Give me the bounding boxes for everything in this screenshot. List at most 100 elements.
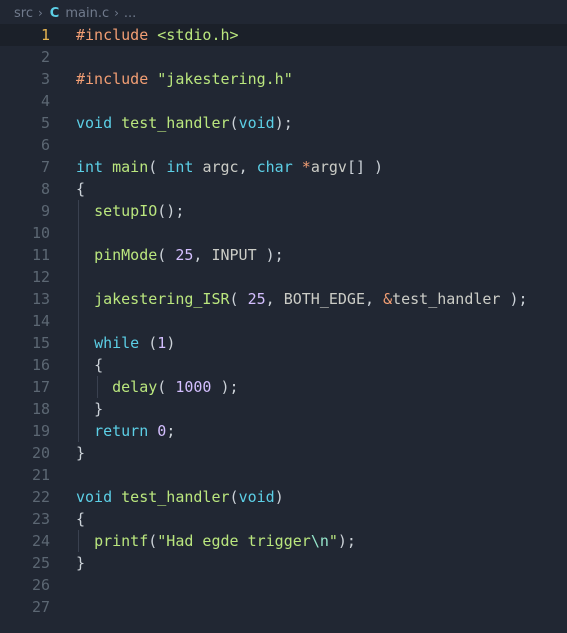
code-line[interactable]: 8{ <box>0 178 567 200</box>
code-line[interactable]: 10 <box>0 222 567 244</box>
code-token: ; <box>166 422 176 440</box>
code-line[interactable]: 13 jakestering_ISR( 25, BOTH_EDGE, &test… <box>0 288 567 310</box>
code-line[interactable]: 16 { <box>0 354 567 376</box>
code-text: void test_handler(void) <box>76 486 284 508</box>
code-token: ( <box>148 532 158 550</box>
code-token: , <box>238 158 257 176</box>
code-text: while (1) <box>76 332 175 354</box>
line-number: 5 <box>40 114 50 132</box>
code-line[interactable]: 18 } <box>0 398 567 420</box>
code-token: } <box>76 554 86 572</box>
code-line[interactable]: 22 void test_handler(void) <box>0 486 567 508</box>
code-token: { <box>76 180 86 198</box>
code-editor[interactable]: src › C main.c › ... 1 #include <stdio.h>… <box>0 0 567 633</box>
code-text: delay( 1000 ); <box>76 376 239 398</box>
code-token: ( <box>229 488 239 506</box>
breadcrumb-symbol[interactable]: ... <box>124 6 136 21</box>
code-token: ); <box>211 378 239 396</box>
code-token: ); <box>265 246 284 264</box>
code-line[interactable]: 25} <box>0 552 567 574</box>
line-number: 18 <box>31 400 50 418</box>
code-token: test_handler <box>121 114 230 132</box>
code-token: { <box>94 356 104 374</box>
code-line[interactable]: 20} <box>0 442 567 464</box>
code-line[interactable]: 26 <box>0 574 567 596</box>
code-token: ( <box>157 246 176 264</box>
code-token: setupIO <box>94 202 158 220</box>
chevron-right-icon: › <box>37 6 43 20</box>
code-token: ); <box>509 290 528 308</box>
code-line[interactable]: 17 delay( 1000 ); <box>0 376 567 398</box>
code-line[interactable]: 24 printf("Had egde trigger\n"); <box>0 530 567 552</box>
code-token: ( <box>229 290 248 308</box>
code-token: ) <box>274 488 284 506</box>
code-token: printf <box>94 532 149 550</box>
line-number: 27 <box>31 598 50 616</box>
line-number: 3 <box>40 70 50 88</box>
code-text: } <box>76 398 103 420</box>
code-token: argv <box>310 158 347 176</box>
code-token: , <box>365 290 384 308</box>
c-language-icon: C <box>49 5 60 21</box>
line-number: 26 <box>31 576 50 594</box>
breadcrumb-folder[interactable]: src <box>14 6 33 21</box>
code-token: #include <box>76 70 158 88</box>
code-line[interactable]: 11 pinMode( 25, INPUT ); <box>0 244 567 266</box>
code-line[interactable]: 6 <box>0 134 567 156</box>
code-token: pinMode <box>94 246 158 264</box>
code-token: jakestering_ISR <box>94 290 230 308</box>
line-number: 20 <box>31 444 50 462</box>
code-token: void <box>238 488 275 506</box>
code-line[interactable]: 14 <box>0 310 567 332</box>
code-line[interactable]: 3 #include "jakestering.h" <box>0 68 567 90</box>
code-token: while <box>94 334 149 352</box>
code-token: \n <box>310 532 329 550</box>
code-token: void <box>76 488 122 506</box>
code-token: test_handler <box>121 488 230 506</box>
code-token: <stdio.h> <box>157 26 239 44</box>
code-line[interactable]: 21 <box>0 464 567 486</box>
code-text: void test_handler(void); <box>76 112 293 134</box>
code-line[interactable]: 2 <box>0 46 567 68</box>
code-line[interactable]: 27 <box>0 596 567 618</box>
code-line[interactable]: 19 return 0; <box>0 420 567 442</box>
code-text: int main( int argc, char *argv[] ) <box>76 156 383 178</box>
code-token: } <box>76 444 86 462</box>
chevron-right-icon: › <box>114 6 119 20</box>
code-line[interactable]: 9 setupIO(); <box>0 200 567 222</box>
line-number: 13 <box>31 290 50 308</box>
code-token: return <box>94 422 158 440</box>
code-token: " <box>328 532 338 550</box>
code-line[interactable]: 15 while (1) <box>0 332 567 354</box>
code-text: jakestering_ISR( 25, BOTH_EDGE, &test_ha… <box>76 288 528 310</box>
code-token: #include <box>76 26 158 44</box>
line-number: 2 <box>40 48 50 66</box>
code-text: setupIO(); <box>76 200 184 222</box>
line-number: 21 <box>31 466 50 484</box>
code-text: { <box>76 354 103 376</box>
line-number: 23 <box>31 510 50 528</box>
breadcrumb-file[interactable]: main.c <box>65 6 109 21</box>
code-token: delay <box>112 378 158 396</box>
indent-guide <box>78 530 79 552</box>
line-number: 12 <box>31 268 50 286</box>
code-token: 25 <box>175 246 194 264</box>
line-number: 1 <box>40 26 50 44</box>
code-line[interactable]: 12 <box>0 266 567 288</box>
code-line[interactable]: 1 #include <stdio.h> <box>0 24 567 46</box>
code-line[interactable]: 5 void test_handler(void); <box>0 112 567 134</box>
line-number: 10 <box>31 224 50 242</box>
code-token: } <box>94 400 104 418</box>
code-token: "jakestering.h" <box>157 70 293 88</box>
line-number: 22 <box>31 488 50 506</box>
code-token: void <box>238 114 275 132</box>
code-token: ( <box>157 378 176 396</box>
code-line[interactable]: 23 { <box>0 508 567 530</box>
code-line[interactable]: 4 <box>0 90 567 112</box>
breadcrumb: src › C main.c › ... <box>0 0 567 26</box>
code-text: #include <stdio.h> <box>76 24 239 46</box>
line-number: 14 <box>31 312 50 330</box>
code-area[interactable]: 1 #include <stdio.h> 2 3 #include "jakesteri… <box>0 24 567 618</box>
code-line[interactable]: 7 int main( int argc, char *argv[] ) <box>0 156 567 178</box>
